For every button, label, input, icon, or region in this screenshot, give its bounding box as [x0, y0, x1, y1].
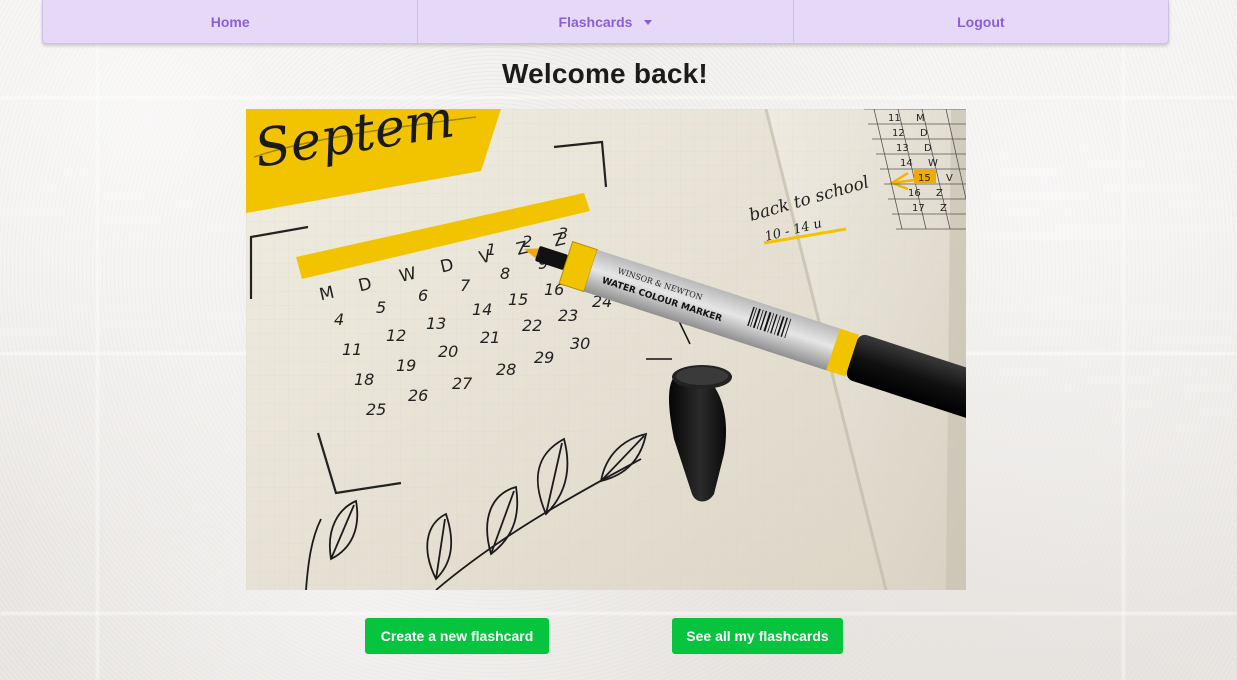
svg-text:8: 8	[500, 264, 510, 283]
svg-text:15: 15	[918, 173, 931, 184]
svg-text:4: 4	[334, 310, 344, 329]
svg-text:19: 19	[396, 356, 416, 375]
svg-text:13: 13	[896, 143, 909, 154]
svg-text:2: 2	[522, 232, 532, 251]
svg-text:D: D	[920, 128, 928, 139]
nav-home-link[interactable]: Home	[43, 0, 419, 43]
svg-text:6: 6	[418, 286, 428, 305]
page-title: Welcome back!	[502, 58, 708, 89]
svg-text:29: 29	[534, 348, 554, 367]
calendar-notebook-illustration: Septem M D W D V Z Z 123 456 789 111213 …	[246, 109, 966, 590]
nav-logout-label: Logout	[957, 13, 1005, 30]
svg-text:13: 13	[426, 314, 446, 333]
svg-text:20: 20	[438, 342, 458, 361]
svg-text:25: 25	[366, 400, 386, 419]
svg-text:V: V	[946, 173, 953, 184]
svg-text:17: 17	[912, 203, 925, 214]
svg-text:26: 26	[408, 386, 428, 405]
caret-down-icon	[644, 20, 653, 25]
svg-text:14: 14	[900, 158, 913, 169]
svg-text:M: M	[916, 113, 925, 124]
svg-text:1: 1	[486, 240, 496, 259]
svg-text:7: 7	[460, 276, 471, 295]
nav-flashcards-label: Flashcards	[558, 13, 633, 30]
svg-text:16: 16	[908, 188, 921, 199]
svg-text:12: 12	[892, 128, 905, 139]
svg-text:28: 28	[496, 360, 516, 379]
svg-text:27: 27	[452, 374, 473, 393]
svg-text:11: 11	[342, 340, 362, 359]
svg-text:23: 23	[558, 306, 578, 325]
svg-text:5: 5	[376, 298, 386, 317]
svg-text:22: 22	[522, 316, 542, 335]
svg-text:30: 30	[570, 334, 590, 353]
svg-text:Z: Z	[940, 203, 947, 214]
nav-logout-link[interactable]: Logout	[794, 0, 1168, 43]
hero-image: Septem M D W D V Z Z 123 456 789 111213 …	[246, 109, 966, 590]
svg-text:Z: Z	[936, 188, 943, 199]
svg-text:11: 11	[888, 113, 901, 124]
top-navbar: Home Flashcards Logout	[42, 0, 1169, 44]
nav-home-label: Home	[210, 13, 250, 30]
svg-text:15: 15	[508, 290, 528, 309]
svg-text:D: D	[924, 143, 932, 154]
svg-text:18: 18	[354, 370, 374, 389]
nav-flashcards-dropdown[interactable]: Flashcards	[418, 0, 794, 43]
create-flashcard-button[interactable]: Create a new flashcard	[365, 618, 549, 654]
svg-text:W: W	[928, 158, 938, 169]
svg-text:21: 21	[480, 328, 500, 347]
see-all-flashcards-button[interactable]: See all my flashcards	[672, 618, 843, 654]
svg-text:14: 14	[472, 300, 492, 319]
svg-text:3: 3	[558, 224, 568, 243]
svg-text:12: 12	[386, 326, 406, 345]
